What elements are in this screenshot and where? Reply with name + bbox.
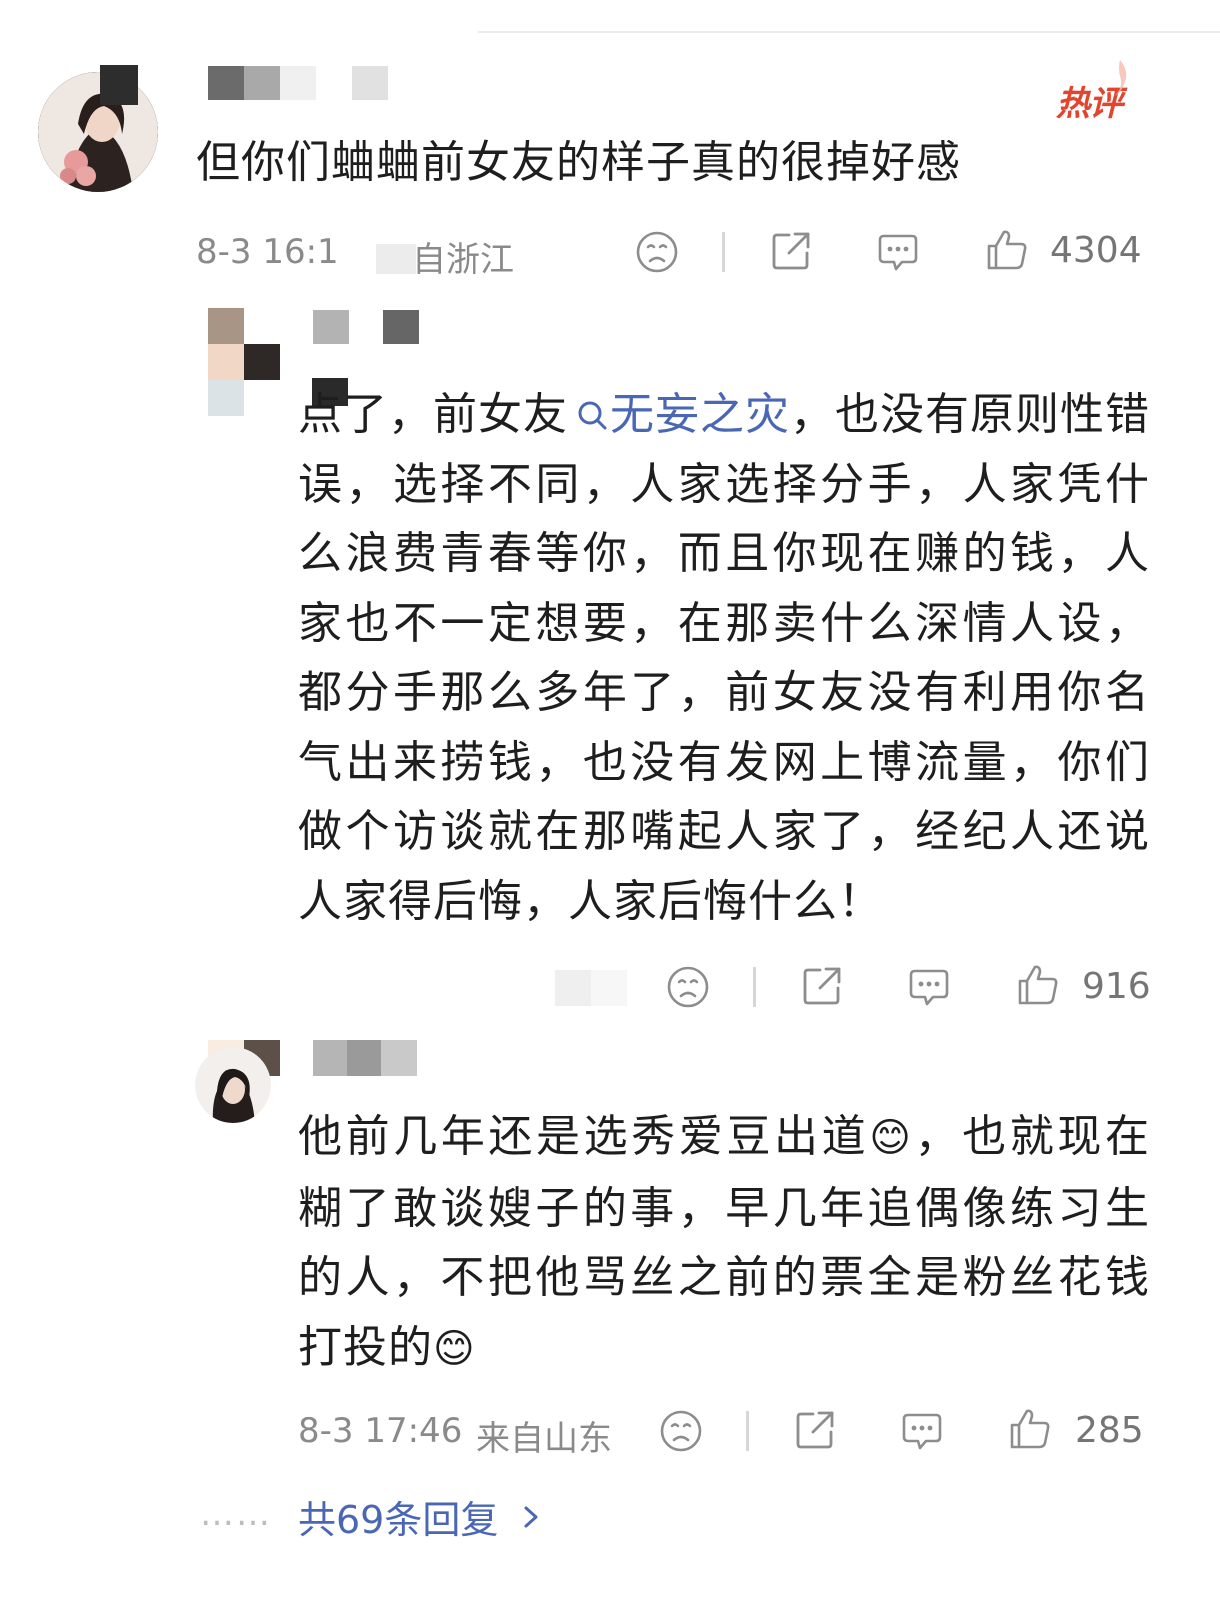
watermark-fade	[1130, 1525, 1220, 1565]
reply-text: 他前几年还是选秀爱豆出道😊，也就现在糊了敢谈嫂子的事，早几年追偶像练习生的人，不…	[298, 1111, 1151, 1373]
avatar[interactable]	[195, 1047, 271, 1123]
topic-link[interactable]: 无妄之灾	[568, 389, 790, 440]
chevron-right-icon	[524, 1506, 538, 1527]
share-icon[interactable]	[769, 229, 813, 273]
thumbs-up-icon[interactable]	[1016, 962, 1060, 1008]
username-mosaic[interactable]	[313, 310, 423, 346]
comment-time: 8-3 17:46	[298, 1411, 463, 1451]
divider	[722, 232, 725, 272]
sad-face-icon[interactable]	[659, 1409, 703, 1453]
sad-face-icon[interactable]	[666, 965, 710, 1009]
comment-icon[interactable]	[907, 965, 951, 1009]
comment-text: 但你们蛐蛐前女友的样子真的很掉好感	[196, 137, 961, 188]
top-divider	[478, 31, 1220, 33]
like-count[interactable]: 285	[1075, 1410, 1144, 1451]
separator-dots: ……	[200, 1494, 272, 1534]
view-all-replies-link[interactable]: 共69条回复	[298, 1489, 546, 1544]
sad-face-icon[interactable]	[635, 230, 679, 274]
share-icon[interactable]	[793, 1408, 837, 1452]
smile-emoji: 😊	[433, 1325, 476, 1372]
search-icon	[578, 401, 607, 430]
username-mosaic[interactable]	[208, 66, 388, 102]
username-mosaic[interactable]	[313, 1040, 421, 1076]
comment-location: 自浙江	[412, 240, 514, 280]
thumbs-up-icon[interactable]	[985, 227, 1029, 273]
comment-location: 来自山东	[476, 1419, 612, 1459]
avatar-image-icon	[195, 1047, 271, 1123]
divider	[746, 1411, 749, 1451]
like-count[interactable]: 4304	[1050, 230, 1142, 271]
avatar-mosaic[interactable]	[208, 308, 280, 416]
comment-time: 8-3 16:1	[196, 232, 339, 272]
comment-icon[interactable]	[876, 230, 920, 274]
smile-emoji: 😊	[869, 1115, 915, 1161]
flame-icon	[1114, 60, 1127, 96]
username-mosaic[interactable]	[100, 65, 175, 110]
share-icon[interactable]	[800, 964, 844, 1008]
comment-icon[interactable]	[900, 1409, 944, 1453]
reply-text: 点了，前女友 无妄之灾，也没有原则性错误，选择不同，人家选择分手，人家凭什么浪费青…	[298, 389, 1150, 927]
divider	[753, 967, 756, 1007]
meta-mosaic	[555, 970, 627, 1006]
like-count[interactable]: 916	[1082, 966, 1151, 1007]
thumbs-up-icon[interactable]	[1008, 1406, 1052, 1452]
